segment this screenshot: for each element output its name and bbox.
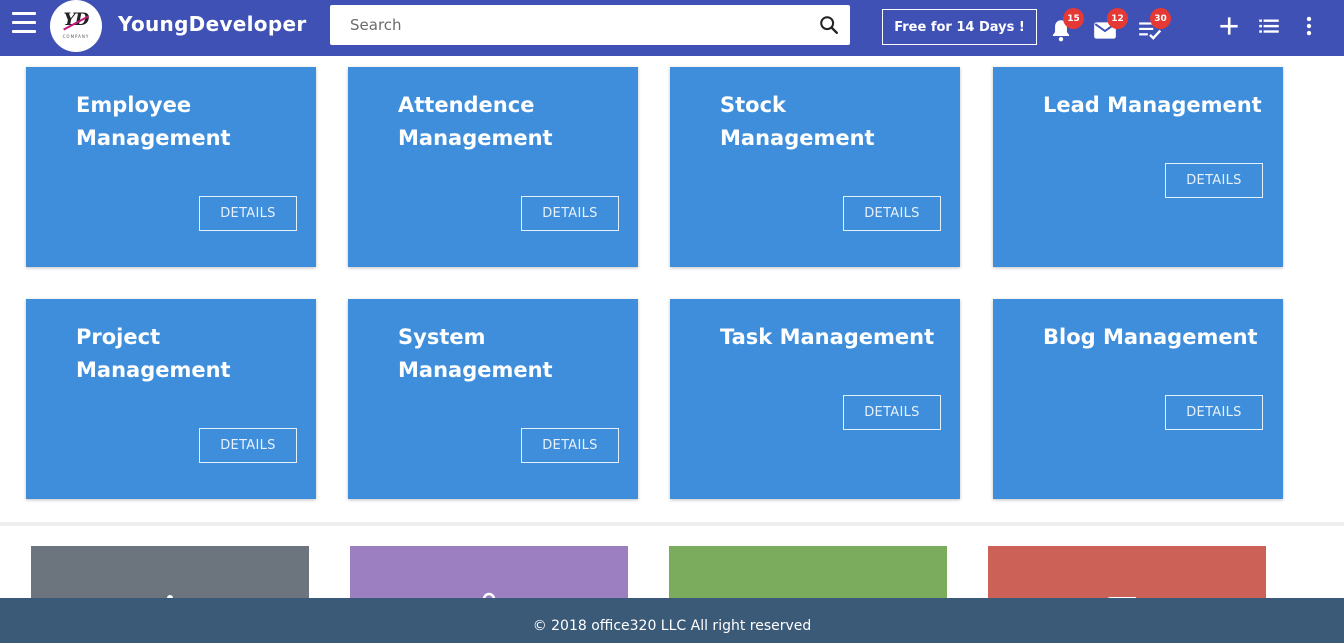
list-view-icon[interactable] <box>1256 13 1282 39</box>
card-system-management: System Management DETAILS <box>348 299 638 499</box>
messages-badge: 12 <box>1107 8 1128 29</box>
card-blog-management: Blog Management DETAILS <box>993 299 1283 499</box>
stat-tile-locations[interactable] <box>350 546 628 606</box>
details-button[interactable]: DETAILS <box>521 428 619 463</box>
search-icon[interactable] <box>818 14 840 36</box>
brand-name[interactable]: YoungDeveloper <box>118 12 307 36</box>
top-app-bar: YD COMPANY YoungDeveloper Free for 14 Da… <box>0 0 1344 56</box>
notifications-badge: 15 <box>1063 8 1084 29</box>
footer: © 2018 office320 LLC All right reserved <box>0 598 1344 643</box>
stat-tile-users[interactable] <box>31 546 309 606</box>
add-icon[interactable] <box>1216 13 1242 39</box>
card-title: Lead Management <box>1043 93 1262 117</box>
card-title: System Management <box>398 325 553 382</box>
tasks-badge: 30 <box>1150 8 1171 29</box>
card-attendence-management: Attendence Management DETAILS <box>348 67 638 267</box>
details-button[interactable]: DETAILS <box>843 196 941 231</box>
details-button[interactable]: DETAILS <box>521 196 619 231</box>
section-divider <box>0 522 1344 526</box>
logo-text: YD <box>63 10 90 30</box>
card-title: Project Management <box>76 325 231 382</box>
card-title: Blog Management <box>1043 325 1258 349</box>
more-vert-icon[interactable] <box>1296 13 1322 39</box>
search-box <box>330 5 850 45</box>
card-stock-management: Stock Management DETAILS <box>670 67 960 267</box>
free-trial-button[interactable]: Free for 14 Days ! <box>882 9 1037 45</box>
card-title: Task Management <box>720 325 935 349</box>
card-title: Attendence Management <box>398 93 553 150</box>
stat-tile-messages[interactable] <box>669 546 947 606</box>
company-logo[interactable]: YD COMPANY <box>50 0 102 52</box>
card-title: Stock Management <box>720 93 875 150</box>
card-employee-management: Employee Management DETAILS <box>26 67 316 267</box>
details-button[interactable]: DETAILS <box>199 196 297 231</box>
copyright-text: © 2018 office320 LLC All right reserved <box>532 618 812 634</box>
menu-icon[interactable] <box>12 12 36 34</box>
search-input[interactable] <box>330 5 810 45</box>
card-title: Employee Management <box>76 93 231 150</box>
logo-subtext: COMPANY <box>62 34 90 39</box>
card-project-management: Project Management DETAILS <box>26 299 316 499</box>
details-button[interactable]: DETAILS <box>199 428 297 463</box>
details-button[interactable]: DETAILS <box>1165 163 1263 198</box>
card-lead-management: Lead Management DETAILS <box>993 67 1283 267</box>
details-button[interactable]: DETAILS <box>1165 395 1263 430</box>
details-button[interactable]: DETAILS <box>843 395 941 430</box>
stat-tile-mail[interactable] <box>988 546 1266 606</box>
card-task-management: Task Management DETAILS <box>670 299 960 499</box>
